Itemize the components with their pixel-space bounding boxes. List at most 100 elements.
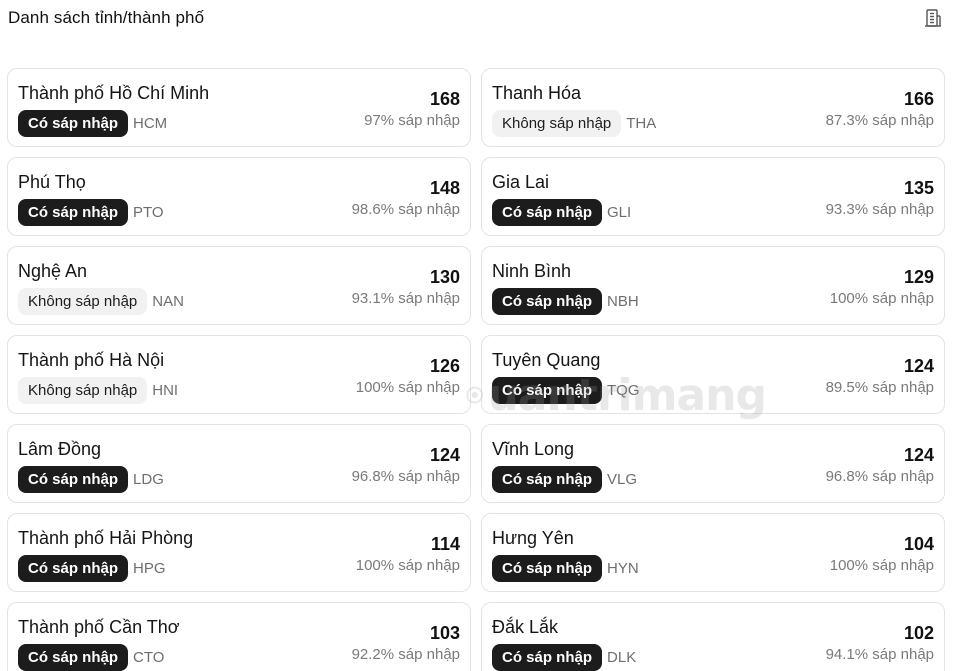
province-card[interactable]: Thành phố Cần Thơ Có sáp nhập CTO 103 92.2% … — [7, 602, 471, 671]
unit-count: 135 — [903, 178, 934, 198]
province-code: TQG — [607, 382, 640, 399]
merge-percent: 100% sáp nhập — [829, 557, 934, 574]
province-code: HCM — [133, 115, 168, 132]
province-card[interactable]: Nghệ An Không sáp nhập NAN 130 93.1% sáp nhậ… — [7, 246, 471, 325]
province-code: THA — [626, 115, 657, 132]
province-name: Vĩnh Long — [492, 439, 575, 459]
building-icon[interactable] — [922, 7, 944, 29]
merge-percent: 100% sáp nhập — [355, 557, 460, 574]
province-code: HPG — [133, 560, 166, 577]
merge-status-badge: Không sáp nhập — [18, 377, 148, 404]
province-code: CTO — [133, 649, 165, 666]
province-code: NBH — [607, 293, 639, 310]
merge-percent: 93.3% sáp nhập — [825, 201, 934, 218]
province-name: Phú Thọ — [18, 172, 86, 192]
merge-percent: 96.8% sáp nhập — [825, 468, 934, 485]
province-name: Lâm Đồng — [18, 439, 102, 459]
province-meta: Có sáp nhập HYN — [492, 555, 639, 582]
unit-count: 129 — [903, 267, 934, 287]
province-card[interactable]: Hưng Yên Có sáp nhập HYN 104 100% sáp nhập — [481, 513, 945, 592]
merge-percent: 93.1% sáp nhập — [351, 290, 460, 307]
merge-percent: 94.1% sáp nhập — [825, 646, 934, 663]
province-meta: Có sáp nhập DLK — [492, 644, 636, 671]
province-list: Thành phố Hồ Chí Minh Có sáp nhập HCM 168 97… — [7, 68, 945, 671]
unit-count: 130 — [429, 267, 460, 287]
province-meta: Có sáp nhập CTO — [18, 644, 164, 671]
merge-status-badge: Không sáp nhập — [492, 110, 622, 137]
merge-percent: 92.2% sáp nhập — [351, 646, 460, 663]
province-code: GLI — [607, 204, 632, 221]
province-code: HNI — [152, 382, 179, 399]
merge-percent: 97% sáp nhập — [364, 112, 460, 129]
unit-count: 126 — [429, 356, 460, 376]
province-meta: Có sáp nhập GLI — [492, 199, 631, 226]
province-name: Hưng Yên — [492, 528, 574, 548]
unit-count: 104 — [903, 534, 934, 554]
province-name: Ninh Bình — [492, 261, 572, 281]
province-name: Thành phố Hà Nội — [18, 350, 165, 370]
province-card[interactable]: Thanh Hóa Không sáp nhập THA 166 87.3% sáp n… — [481, 68, 945, 147]
province-name: Thành phố Cần Thơ — [18, 617, 180, 637]
merge-status-badge: Có sáp nhập — [18, 644, 129, 671]
province-card[interactable]: Thành phố Hồ Chí Minh Có sáp nhập HCM 168 97… — [7, 68, 471, 147]
merge-status-badge: Có sáp nhập — [18, 466, 129, 493]
unit-count: 166 — [903, 89, 934, 109]
unit-count: 124 — [903, 445, 934, 465]
province-meta: Có sáp nhập PTO — [18, 199, 164, 226]
province-meta: Có sáp nhập HPG — [18, 555, 166, 582]
merge-percent: 100% sáp nhập — [355, 379, 460, 396]
province-meta: Có sáp nhập HCM — [18, 110, 167, 137]
province-card[interactable]: Gia Lai Có sáp nhập GLI 135 93.3% sáp nhập — [481, 157, 945, 236]
province-card[interactable]: Thành phố Hải Phòng Có sáp nhập HPG 114 100%… — [7, 513, 471, 592]
unit-count: 124 — [429, 445, 460, 465]
province-meta: Có sáp nhập TQG — [492, 377, 640, 404]
merge-status-badge: Có sáp nhập — [18, 555, 129, 582]
page-title: Danh sách tỉnh/thành phố — [8, 8, 205, 27]
merge-status-badge: Có sáp nhập — [18, 110, 129, 137]
province-card[interactable]: Thành phố Hà Nội Không sáp nhập HNI 126 100%… — [7, 335, 471, 414]
merge-percent: 98.6% sáp nhập — [351, 201, 460, 218]
province-meta: Không sáp nhập HNI — [18, 377, 178, 404]
province-meta: Có sáp nhập VLG — [492, 466, 637, 493]
province-meta: Không sáp nhập THA — [492, 110, 656, 137]
merge-status-badge: Có sáp nhập — [18, 199, 129, 226]
merge-status-badge: Có sáp nhập — [492, 288, 603, 315]
province-name: Thành phố Hồ Chí Minh — [18, 83, 210, 103]
province-code: LDG — [133, 471, 164, 488]
merge-status-badge: Có sáp nhập — [492, 466, 603, 493]
province-name: Thanh Hóa — [492, 83, 582, 103]
province-card[interactable]: Vĩnh Long Có sáp nhập VLG 124 96.8% sáp nhập — [481, 424, 945, 503]
merge-percent: 89.5% sáp nhập — [825, 379, 934, 396]
merge-percent: 96.8% sáp nhập — [351, 468, 460, 485]
province-card[interactable]: Ninh Bình Có sáp nhập NBH 129 100% sáp nhập — [481, 246, 945, 325]
province-meta: Có sáp nhập NBH — [492, 288, 639, 315]
unit-count: 124 — [903, 356, 934, 376]
province-code: DLK — [607, 649, 637, 666]
unit-count: 114 — [430, 534, 460, 554]
province-code: PTO — [133, 204, 164, 221]
merge-percent: 100% sáp nhập — [829, 290, 934, 307]
merge-percent: 87.3% sáp nhập — [825, 112, 934, 129]
province-code: NAN — [152, 293, 184, 310]
province-code: VLG — [607, 471, 638, 488]
province-name: Nghệ An — [18, 261, 88, 281]
unit-count: 102 — [903, 623, 934, 643]
province-name: Thành phố Hải Phòng — [18, 528, 194, 548]
merge-status-badge: Không sáp nhập — [18, 288, 148, 315]
merge-status-badge: Có sáp nhập — [492, 199, 603, 226]
province-name: Tuyên Quang — [492, 350, 601, 370]
province-card[interactable]: Tuyên Quang Có sáp nhập TQG 124 89.5% sáp nh… — [481, 335, 945, 414]
merge-status-badge: Có sáp nhập — [492, 377, 603, 404]
province-name: Gia Lai — [492, 172, 550, 192]
province-meta: Có sáp nhập LDG — [18, 466, 164, 493]
unit-count: 148 — [429, 178, 460, 198]
province-name: Đắk Lắk — [492, 617, 559, 637]
province-card[interactable]: Phú Thọ Có sáp nhập PTO 148 98.6% sáp nhập — [7, 157, 471, 236]
merge-status-badge: Có sáp nhập — [492, 555, 603, 582]
unit-count: 103 — [429, 623, 460, 643]
merge-status-badge: Có sáp nhập — [492, 644, 603, 671]
province-meta: Không sáp nhập NAN — [18, 288, 184, 315]
unit-count: 168 — [429, 89, 460, 109]
province-card[interactable]: Lâm Đồng Có sáp nhập LDG 124 96.8% sáp nhập — [7, 424, 471, 503]
province-card[interactable]: Đắk Lắk Có sáp nhập DLK 102 94.1% sáp nhập — [481, 602, 945, 671]
